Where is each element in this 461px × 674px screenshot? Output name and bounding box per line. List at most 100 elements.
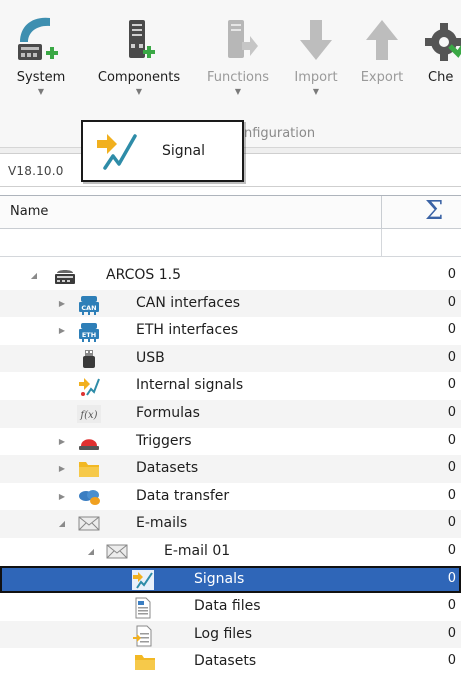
expander-expanded-icon[interactable]: ◢	[29, 271, 39, 280]
tree-row[interactable]: ◢ E-mail 01 0	[0, 538, 461, 566]
export-icon	[352, 8, 412, 70]
functions-icon	[198, 8, 278, 70]
tree-row-label: USB	[136, 349, 165, 366]
tree-row-value: 0	[447, 377, 456, 393]
svg-text:ETH: ETH	[82, 331, 96, 339]
column-separator[interactable]	[381, 196, 382, 228]
data-transfer-icon	[78, 487, 100, 507]
tree-row-label: ETH interfaces	[136, 322, 239, 339]
tree-row-value: 0	[447, 322, 456, 338]
system-icon	[6, 8, 76, 70]
tree-row[interactable]: ▶ ETH ETH interfaces 0	[0, 317, 461, 345]
system-button[interactable]: System ▼	[6, 8, 76, 97]
tree-row-label: Internal signals	[136, 377, 244, 394]
component-tree: ◢ ARCOS 1.5 0 ▶ CAN CAN interfaces 0 ▶ E…	[0, 262, 461, 674]
check-button[interactable]: Che	[418, 8, 461, 86]
column-separator	[381, 229, 382, 256]
tree-row[interactable]: ▶ CAN CAN interfaces 0	[0, 289, 461, 318]
trigger-icon	[78, 432, 99, 452]
expander-expanded-icon[interactable]: ◢	[86, 547, 96, 556]
tree-row[interactable]: ▶ Triggers 0	[0, 428, 461, 456]
tree-row-value: 0	[447, 570, 456, 586]
functions-label: Functions	[206, 70, 270, 85]
folder-icon	[134, 652, 155, 672]
grid-header: Name Σ	[0, 195, 461, 229]
tree-row-value: 0	[447, 432, 456, 448]
chevron-down-icon: ▼	[37, 87, 45, 96]
sum-icon[interactable]: Σ	[425, 196, 443, 226]
tree-row-value: 0	[447, 349, 456, 365]
can-icon: CAN	[78, 294, 99, 315]
signals-icon	[132, 569, 154, 590]
tree-row-label: Data files	[194, 598, 261, 615]
tree-row[interactable]: ◢ E-mails 0	[0, 510, 461, 538]
export-button[interactable]: Export	[352, 8, 412, 86]
expander-collapsed-icon[interactable]: ▶	[57, 326, 67, 335]
signal-icon	[95, 130, 139, 172]
data-file-icon	[134, 597, 154, 619]
tree-row[interactable]: Internal signals 0	[0, 372, 461, 400]
log-file-icon	[132, 625, 152, 647]
ribbon-group-label: onfiguration	[236, 126, 316, 141]
device-icon	[54, 266, 75, 286]
tree-row-label: Datasets	[194, 653, 257, 670]
functions-button[interactable]: Functions ▼	[198, 8, 278, 97]
tree-row-label: E-mail 01	[164, 542, 231, 559]
tree-row-label: CAN interfaces	[136, 294, 241, 311]
tree-row-value: 0	[447, 404, 456, 420]
column-header-name[interactable]: Name	[10, 204, 48, 219]
email-icon	[106, 542, 128, 562]
tree-row[interactable]: Data files 0	[0, 593, 461, 621]
tree-row[interactable]: USB 0	[0, 344, 461, 373]
tree-row[interactable]: f(x) Formulas 0	[0, 399, 461, 428]
tree-row-label: ARCOS 1.5	[106, 267, 182, 283]
expander-expanded-icon[interactable]: ◢	[57, 519, 67, 528]
tree-row-value: 0	[447, 267, 456, 282]
import-button[interactable]: Import ▼	[286, 8, 346, 97]
chevron-down-icon: ▼	[234, 87, 242, 96]
usb-icon	[80, 349, 100, 369]
expander-collapsed-icon[interactable]: ▶	[57, 437, 67, 446]
menu-item-signal[interactable]: Signal	[87, 126, 242, 176]
gear-icon	[418, 8, 461, 70]
tree-row-selected[interactable]: Signals 0	[0, 565, 461, 594]
components-label: Components	[97, 70, 181, 85]
tree-row-value: 0	[447, 598, 456, 614]
formula-icon: f(x)	[77, 404, 101, 424]
tree-row[interactable]: ▶ Datasets 0	[0, 455, 461, 483]
folder-icon	[78, 459, 99, 479]
expander-collapsed-icon[interactable]: ▶	[57, 299, 67, 308]
import-icon	[286, 8, 346, 70]
tree-row-label: Triggers	[136, 432, 192, 449]
version-label: V18.10.0	[8, 164, 64, 178]
tree-row-value: 0	[447, 515, 456, 531]
tree-row-value: 0	[447, 294, 456, 310]
filter-row[interactable]	[0, 229, 461, 257]
tree-row[interactable]: Datasets 0	[0, 648, 461, 674]
tree-row[interactable]: ▶ Data transfer 0	[0, 483, 461, 511]
tree-row-label: Log files	[194, 625, 253, 642]
tree-row[interactable]: ◢ ARCOS 1.5 0	[0, 262, 461, 290]
tree-row-label: Datasets	[136, 460, 199, 477]
internal-signals-icon	[78, 376, 100, 397]
tree-row-label: Formulas	[136, 404, 200, 421]
chevron-down-icon: ▼	[312, 87, 320, 96]
svg-text:CAN: CAN	[81, 304, 96, 312]
tree-row-value: 0	[447, 653, 456, 669]
expander-collapsed-icon[interactable]: ▶	[57, 492, 67, 501]
tree-row-value: 0	[447, 625, 456, 641]
tree-row-value: 0	[447, 542, 456, 558]
components-button[interactable]: Components ▼	[88, 8, 190, 97]
menu-item-signal-label: Signal	[162, 143, 206, 159]
tree-row-value: 0	[447, 487, 456, 503]
components-dropdown-menu: Signal	[81, 120, 244, 182]
import-label: Import	[294, 70, 338, 85]
check-label: Che	[428, 70, 454, 85]
chevron-down-icon: ▼	[135, 87, 143, 96]
tree-row-label: Signals	[194, 570, 245, 587]
email-icon	[78, 514, 100, 534]
expander-collapsed-icon[interactable]: ▶	[57, 464, 67, 473]
svg-text:f(x): f(x)	[79, 410, 97, 421]
export-label: Export	[360, 70, 404, 85]
tree-row[interactable]: Log files 0	[0, 620, 461, 649]
